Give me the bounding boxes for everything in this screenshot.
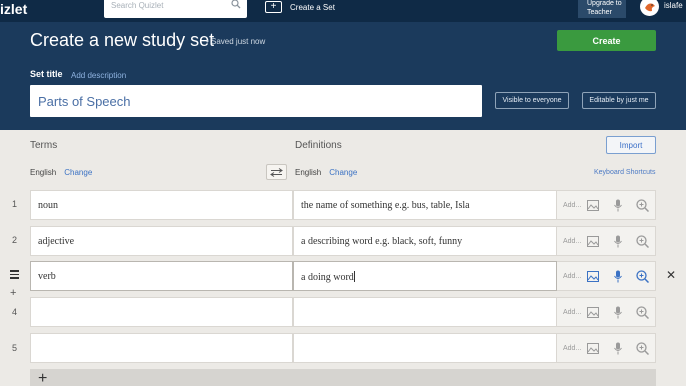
- avatar[interactable]: [640, 0, 659, 16]
- drag-handle-icon[interactable]: [10, 270, 19, 281]
- page-title: Create a new study set: [30, 30, 215, 50]
- card-row: Add...: [30, 297, 656, 327]
- term-input[interactable]: [30, 333, 293, 363]
- search-input[interactable]: Search Quizlet: [104, 0, 247, 18]
- card-row: verb a doing word Add...: [30, 261, 656, 291]
- zoom-icon[interactable]: [636, 342, 649, 355]
- create-set-link[interactable]: + Create a Set: [265, 0, 335, 14]
- add-card-button[interactable]: +: [30, 369, 656, 386]
- card-tools: Add...: [557, 297, 656, 327]
- card-tools: Add...: [557, 226, 656, 256]
- top-nav: izlet Search Quizlet + Create a Set Upgr…: [0, 0, 686, 22]
- terms-language-change[interactable]: Change: [64, 168, 92, 177]
- image-icon[interactable]: [587, 307, 599, 318]
- plus-icon: +: [265, 1, 282, 13]
- swap-icon[interactable]: [266, 164, 287, 180]
- add-image-label[interactable]: Add...: [563, 345, 581, 352]
- image-icon[interactable]: [587, 343, 599, 354]
- set-title-input[interactable]: Parts of Speech: [30, 85, 482, 117]
- definitions-language-value: English: [295, 168, 322, 177]
- card-number: 2: [12, 235, 18, 245]
- add-image-label[interactable]: Add...: [563, 202, 581, 209]
- image-icon[interactable]: [587, 271, 599, 282]
- add-image-label[interactable]: Add...: [563, 238, 581, 245]
- card-tools: Add...: [557, 190, 656, 220]
- upgrade-button[interactable]: Upgrade to Teacher: [578, 0, 626, 18]
- card-row: Add...: [30, 333, 656, 363]
- zoom-icon[interactable]: [636, 235, 649, 248]
- image-icon[interactable]: [587, 200, 599, 211]
- upgrade-line2: Teacher: [587, 9, 612, 16]
- mic-icon[interactable]: [614, 270, 622, 283]
- add-image-label[interactable]: Add...: [563, 273, 581, 280]
- mic-icon[interactable]: [614, 306, 622, 319]
- zoom-icon[interactable]: [636, 199, 649, 212]
- definition-input[interactable]: [293, 333, 557, 363]
- card-number: 4: [12, 307, 18, 317]
- text-cursor: [353, 271, 355, 282]
- term-input[interactable]: noun: [30, 190, 293, 220]
- import-button[interactable]: Import: [606, 136, 656, 154]
- add-image-label[interactable]: Add...: [563, 309, 581, 316]
- zoom-icon[interactable]: [636, 270, 649, 283]
- image-icon[interactable]: [587, 236, 599, 247]
- term-input[interactable]: [30, 297, 293, 327]
- plus-icon: +: [38, 370, 48, 386]
- mic-icon[interactable]: [614, 199, 622, 212]
- saved-status: • Saved just now: [206, 37, 266, 46]
- create-set-label: Create a Set: [290, 2, 335, 12]
- definitions-language: English Change: [295, 168, 357, 177]
- upgrade-line1: Upgrade to: [587, 0, 622, 7]
- definition-input[interactable]: a describing word e.g. black, soft, funn…: [293, 226, 557, 256]
- definitions-header: Definitions: [295, 140, 342, 151]
- card-row: adjective a describing word e.g. black, …: [30, 226, 656, 256]
- editable-button[interactable]: Editable by just me: [582, 92, 656, 109]
- definition-input[interactable]: [293, 297, 557, 327]
- terms-header: Terms: [30, 140, 58, 151]
- close-icon[interactable]: ✕: [666, 268, 676, 282]
- logo[interactable]: izlet: [0, 1, 27, 17]
- term-input[interactable]: verb: [30, 261, 293, 291]
- avatar-icon: [645, 3, 655, 12]
- create-button[interactable]: Create: [557, 30, 656, 51]
- card-tools: Add...: [557, 333, 656, 363]
- set-title-label: Set title: [30, 69, 63, 79]
- search-icon[interactable]: [231, 0, 241, 9]
- mic-icon[interactable]: [614, 235, 622, 248]
- zoom-icon[interactable]: [636, 306, 649, 319]
- card-tools: Add...: [557, 261, 656, 291]
- definition-value: a doing word: [301, 272, 354, 283]
- search-placeholder: Search Quizlet: [111, 1, 164, 10]
- mic-icon[interactable]: [614, 342, 622, 355]
- add-description-link[interactable]: Add description: [71, 71, 126, 80]
- definition-input[interactable]: the name of something e.g. bus, table, I…: [293, 190, 557, 220]
- definition-input[interactable]: a doing word: [293, 261, 557, 291]
- term-input[interactable]: adjective: [30, 226, 293, 256]
- username[interactable]: islafe: [664, 1, 683, 10]
- card-number: 1: [12, 199, 18, 209]
- insert-card-icon[interactable]: +: [10, 287, 16, 299]
- card-number: 5: [12, 343, 18, 353]
- set-title-value: Parts of Speech: [38, 94, 131, 109]
- visibility-button[interactable]: Visible to everyone: [495, 92, 569, 109]
- terms-language: English Change: [30, 168, 92, 177]
- card-row: noun the name of something e.g. bus, tab…: [30, 190, 656, 220]
- terms-language-value: English: [30, 168, 57, 177]
- definitions-language-change[interactable]: Change: [329, 168, 357, 177]
- keyboard-shortcuts-link[interactable]: Keyboard Shortcuts: [594, 169, 655, 176]
